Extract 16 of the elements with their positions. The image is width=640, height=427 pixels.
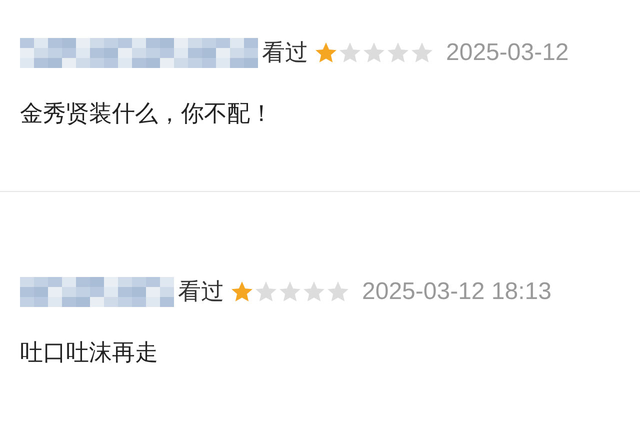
star-icon [338,40,362,64]
review-date: 2025-03-12 [446,38,569,66]
review-comment: 吐口吐沫再走 [20,339,159,368]
star-icon [314,40,338,64]
review-comment: 金秀贤装什么，你不配！ [20,100,274,129]
star-icon [254,280,278,304]
watched-status: 看过 [262,39,308,68]
watched-status: 看过 [178,278,224,307]
star-icon [230,280,254,304]
star-icon [410,40,434,64]
star-icon [326,280,350,304]
review-date: 2025-03-12 18:13 [362,278,552,306]
star-icon [386,40,410,64]
star-icon [278,280,302,304]
star-icon [362,40,386,64]
star-icon [302,280,326,304]
